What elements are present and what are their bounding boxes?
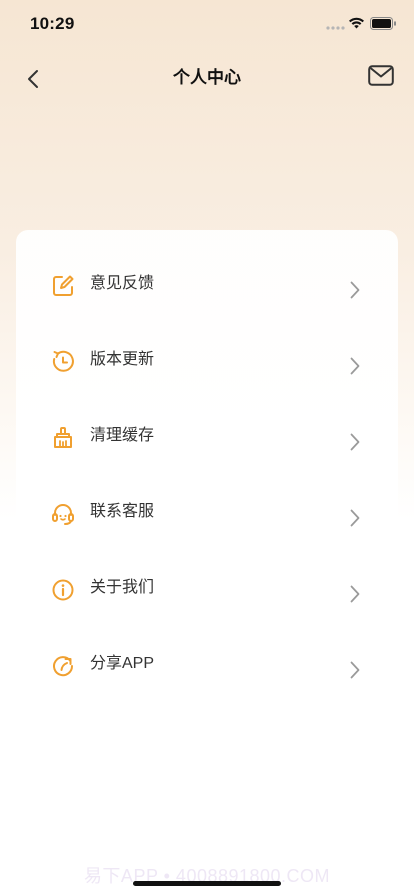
menu-item-label: 意见反馈 (90, 275, 155, 292)
update-clock-icon (52, 350, 74, 372)
home-indicator[interactable] (133, 881, 281, 886)
info-icon (52, 579, 74, 601)
chevron-right-icon (350, 433, 360, 451)
battery-icon (370, 17, 396, 30)
chevron-right-icon (350, 585, 360, 603)
navigation-bar: 个人中心 (0, 50, 414, 100)
menu-item-label: 关于我们 (90, 579, 155, 596)
chevron-right-icon (350, 281, 360, 299)
cellular-signal-icon (326, 26, 345, 30)
menu-item-label: 分享APP (90, 655, 155, 672)
wifi-icon (349, 17, 364, 29)
messages-button[interactable] (364, 60, 398, 90)
menu-item-clear-cache[interactable]: 清理缓存 (16, 398, 398, 474)
broom-icon (54, 427, 72, 448)
headset-icon (52, 504, 74, 525)
settings-menu-card: 意见反馈 版本更新 清理缓存 联系客服 关于我们 分享APP (16, 230, 398, 710)
status-time: 10:29 (30, 14, 75, 33)
menu-item-version-update[interactable]: 版本更新 (16, 322, 398, 398)
chevron-right-icon (350, 357, 360, 375)
menu-item-label: 清理缓存 (90, 427, 155, 444)
page-title: 个人中心 (173, 68, 241, 87)
feedback-edit-icon (53, 275, 74, 296)
mail-icon (368, 64, 394, 86)
status-bar: 10:29 (0, 0, 414, 48)
chevron-right-icon (350, 509, 360, 527)
chevron-right-icon (350, 661, 360, 679)
menu-item-share-app[interactable]: 分享APP (16, 626, 398, 702)
menu-item-label: 版本更新 (90, 351, 155, 368)
menu-item-about-us[interactable]: 关于我们 (16, 550, 398, 626)
menu-item-customer-service[interactable]: 联系客服 (16, 474, 398, 550)
menu-item-label: 联系客服 (90, 503, 155, 520)
menu-item-feedback[interactable]: 意见反馈 (16, 246, 398, 322)
share-refresh-icon (53, 656, 74, 677)
